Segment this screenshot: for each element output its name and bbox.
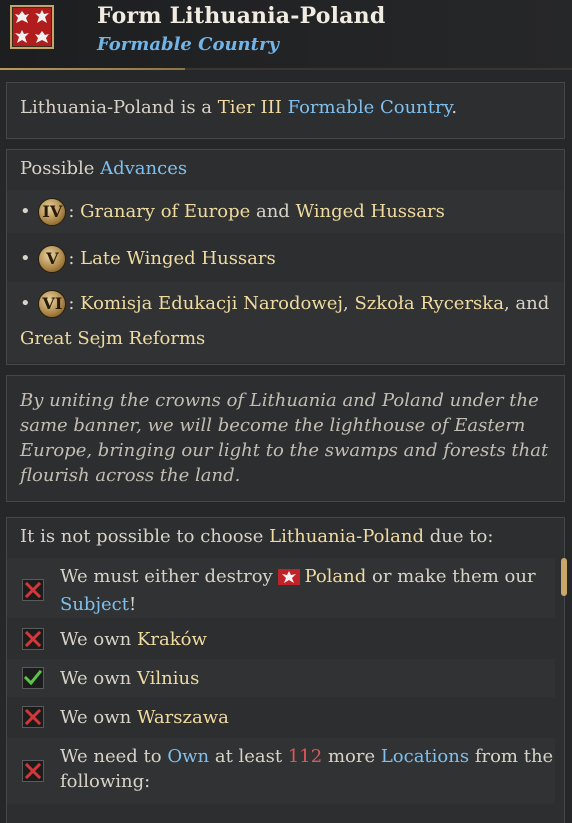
advance-winged-hussars[interactable]: Winged Hussars — [296, 201, 445, 222]
scrollbar-thumb[interactable] — [561, 558, 567, 596]
requirement-text-part: ! — [129, 594, 137, 615]
tier-label: Tier III — [217, 97, 282, 118]
advances-link[interactable]: Advances — [100, 158, 187, 179]
bullet: • — [20, 248, 31, 269]
requirements-head-suffix: due to: — [424, 526, 494, 547]
requirement-text-part: We need to — [60, 746, 168, 767]
page-subtitle[interactable]: Formable Country — [97, 34, 279, 55]
location-krakow-link[interactable]: Kraków — [137, 629, 207, 650]
conjunction: and — [250, 201, 296, 222]
requirement-text-part: We own — [60, 668, 137, 689]
summary-panel: Lithuania-Poland is a Tier III Formable … — [6, 82, 565, 139]
requirements-head-prefix: It is not possible to choose — [20, 526, 270, 547]
requirement-text: We need to Own at least 112 more Locatio… — [60, 744, 553, 794]
requirement-own-vilnius: We own Vilnius — [7, 659, 555, 697]
poland-link[interactable]: Poland — [304, 566, 366, 587]
advance-szkola-rycerska[interactable]: Szkoła Rycerska — [354, 293, 503, 314]
age-iv-icon: IV — [38, 198, 67, 226]
advances-head-prefix: Possible — [20, 158, 101, 179]
bullet: • — [20, 293, 31, 314]
requirement-own-warszawa: We own Warszawa — [7, 698, 555, 736]
requirement-text-part: from the — [469, 746, 554, 767]
requirement-text-part: at least — [209, 746, 288, 767]
red-x-checkbox-icon — [22, 628, 44, 650]
requirement-text-part: We own — [60, 629, 137, 650]
flavor-panel: By uniting the crowns of Lithuania and P… — [6, 375, 565, 502]
requirement-text: We own Warszawa — [60, 705, 229, 730]
separator: : — [68, 201, 81, 222]
separator: : — [68, 248, 81, 269]
requirements-panel: It is not possible to choose Lithuania-P… — [6, 517, 567, 823]
page-title: Form Lithuania-Poland — [97, 3, 386, 29]
formable-country-link[interactable]: Formable Country — [288, 97, 452, 118]
advance-row-iv: • IV: Granary of Europe and Winged Hussa… — [7, 190, 564, 233]
requirement-text-part: We own — [60, 707, 137, 728]
green-check-checkbox-icon — [22, 667, 44, 689]
requirement-text-part: following: — [60, 771, 151, 792]
location-vilnius-link[interactable]: Vilnius — [137, 668, 199, 689]
requirement-own-krakow: We own Kraków — [7, 620, 555, 658]
advances-panel: Possible Advances • IV: Granary of Europ… — [6, 149, 565, 365]
own-link[interactable]: Own — [167, 746, 209, 767]
location-warszawa-link[interactable]: Warszawa — [137, 707, 229, 728]
requirement-destroy-poland: We must either destroy Poland or make th… — [7, 558, 555, 618]
age-vi-icon: VI — [38, 290, 67, 318]
red-x-checkbox-icon — [22, 706, 44, 728]
requirement-text-part: We must either destroy — [60, 566, 279, 587]
requirement-text-part: more — [322, 746, 381, 767]
header: Form Lithuania-Poland Formable Country — [0, 0, 572, 70]
red-x-checkbox-icon — [22, 760, 44, 782]
requirement-text: We own Vilnius — [60, 666, 199, 691]
coat-of-arms-icon — [10, 5, 54, 49]
requirement-text-part: or make them our — [366, 566, 536, 587]
requirement-text: We own Kraków — [60, 627, 207, 652]
summary-suffix: . — [451, 97, 458, 118]
requirement-text: We must either destroy Poland or make th… — [60, 564, 536, 617]
advance-great-sejm-reforms[interactable]: Great Sejm Reforms — [20, 328, 205, 349]
advance-late-winged-hussars[interactable]: Late Winged Hussars — [80, 248, 276, 269]
advance-row-v: • V: Late Winged Hussars — [7, 237, 564, 280]
locations-count: 112 — [287, 746, 323, 767]
separator: : — [68, 293, 81, 314]
summary-text: Lithuania-Poland is a Tier III Formable … — [20, 97, 457, 118]
subject-link[interactable]: Subject — [60, 594, 129, 615]
poland-eagle-flag-icon — [278, 567, 301, 592]
requirement-own-locations: We need to Own at least 112 more Locatio… — [7, 738, 555, 804]
advance-row-vi: • VI: Komisja Edukacji Narodowej, Szkoła… — [7, 282, 564, 362]
advances-heading: Possible Advances — [20, 158, 187, 179]
requirements-heading: It is not possible to choose Lithuania-P… — [20, 526, 493, 547]
separator: , — [343, 293, 355, 314]
advance-komisja-edukacji-narodowej[interactable]: Komisja Edukacji Narodowej — [80, 293, 343, 314]
red-x-checkbox-icon — [22, 579, 44, 601]
bullet: • — [20, 201, 31, 222]
locations-link[interactable]: Locations — [381, 746, 469, 767]
advance-granary-of-europe[interactable]: Granary of Europe — [80, 201, 250, 222]
country-name[interactable]: Lithuania-Poland — [269, 526, 424, 547]
summary-prefix: Lithuania-Poland is a — [20, 97, 218, 118]
age-v-icon: V — [38, 245, 67, 273]
conjunction: , and — [503, 293, 550, 314]
flavor-text: By uniting the crowns of Lithuania and P… — [20, 390, 549, 486]
